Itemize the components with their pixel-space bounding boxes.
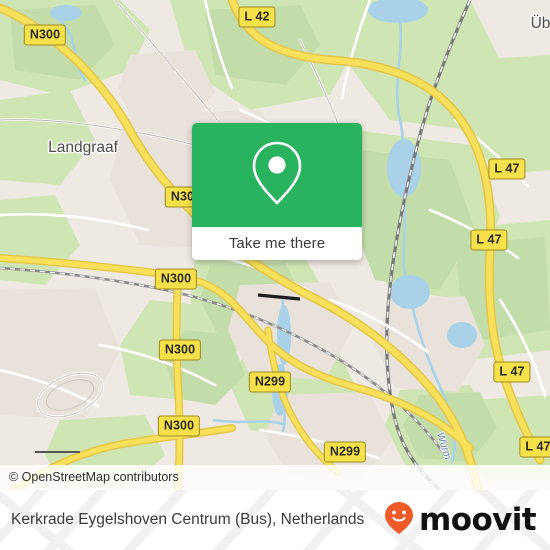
- road-shield[interactable]: L 47: [470, 229, 508, 251]
- road-shield[interactable]: N300: [157, 415, 201, 437]
- road-shield[interactable]: L 42: [238, 6, 276, 28]
- road-shield[interactable]: N300: [158, 339, 202, 361]
- road-shield[interactable]: N299: [248, 371, 292, 393]
- map-pin-icon: [250, 140, 304, 211]
- footer-bar: Kerkrade Eygelshoven Centrum (Bus), Neth…: [0, 490, 550, 550]
- moovit-map-screenshot: N300 L 42 L 47 L 47 N300 N300 N300 N299 …: [0, 0, 550, 550]
- moovit-wordmark: moovit: [419, 501, 537, 538]
- road-shield[interactable]: N300: [154, 268, 198, 290]
- map-attribution[interactable]: © OpenStreetMap contributors: [0, 465, 550, 490]
- road-shield[interactable]: L 47: [493, 361, 531, 383]
- poi-card-header: [192, 123, 362, 227]
- place-label-landgraaf: Landgraaf: [48, 139, 118, 156]
- take-me-there-button[interactable]: Take me there: [192, 227, 362, 260]
- moovit-logo[interactable]: moovit: [384, 490, 537, 550]
- place-label-ubach: Übach: [530, 15, 550, 32]
- road-shield[interactable]: L 47: [519, 436, 550, 458]
- page-title: Kerkrade Eygelshoven Centrum (Bus), Neth…: [11, 511, 365, 528]
- poi-card[interactable]: Take me there: [192, 123, 362, 260]
- road-shield[interactable]: N300: [23, 24, 67, 46]
- road-shield[interactable]: N299: [323, 441, 367, 463]
- take-me-there-label: Take me there: [228, 235, 326, 252]
- road-shield[interactable]: L 47: [488, 158, 526, 180]
- moovit-smiley-pin-icon: [384, 501, 414, 540]
